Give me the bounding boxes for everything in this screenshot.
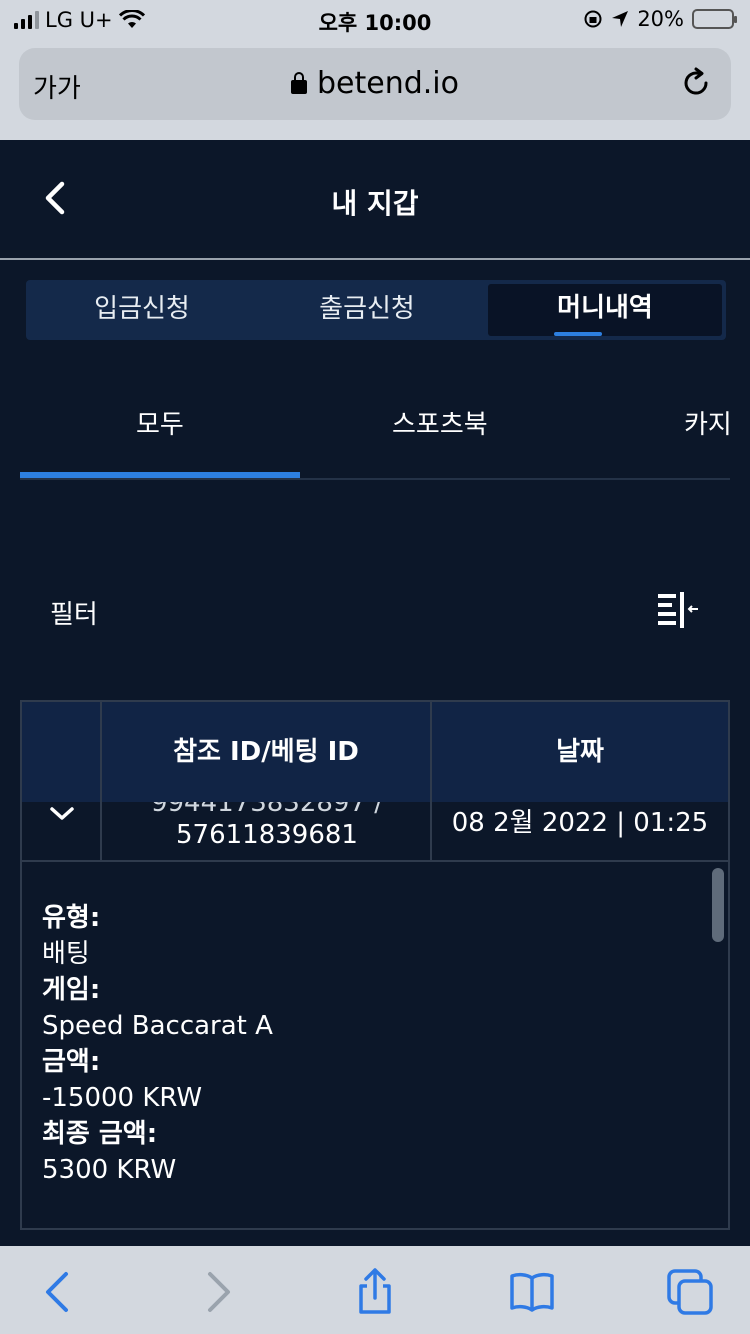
tabs-icon[interactable] [666,1268,714,1316]
status-bar: LG U+ 오후 10:00 20% [0,0,750,40]
subtab-casino[interactable]: 카지 [684,404,732,441]
final-amount-value: 5300 KRW [42,1155,177,1185]
browser-back-icon[interactable] [34,1268,82,1316]
url-display[interactable]: betend.io [19,66,731,101]
type-label: 유형: [42,903,101,933]
battery-icon [692,9,737,29]
location-icon [612,11,629,27]
url-text: betend.io [316,66,459,101]
address-bar[interactable]: 가가 betend.io [19,48,731,120]
table-row[interactable]: 9944173832897 / 57611839681 08 2월 2022 |… [22,802,728,862]
lock-icon [290,72,307,94]
bookmarks-icon[interactable] [508,1268,556,1316]
rotation-lock-icon [584,10,602,28]
battery-percent: 20% [637,7,684,31]
tab-deposit[interactable]: 입금신청 [26,280,258,340]
final-amount-label: 최종 금액: [42,1119,158,1149]
page-title: 내 지갑 [331,187,419,220]
filter-icon[interactable] [656,592,700,628]
row-details: 유형: 배팅 게임: Speed Baccarat A 금액: -15000 K… [22,864,728,1188]
browser-toolbar [0,1246,750,1334]
active-tab-indicator [554,332,602,336]
header-date: 날짜 [556,737,604,767]
filter-label[interactable]: 필터 [50,594,98,631]
subtab-divider [20,478,730,480]
reference-id: 9944173832897 / [150,802,384,818]
type-value: 배팅 [42,939,90,969]
game-value: Speed Baccarat A [42,1011,273,1041]
subtab-sportsbook[interactable]: 스포츠북 [392,404,488,441]
app-header: 내 지갑 [0,140,750,260]
header-ref-id: 참조 ID/베팅 ID [102,702,432,802]
amount-value: -15000 KRW [42,1083,203,1113]
scrollbar[interactable] [712,868,724,942]
chevron-down-icon[interactable] [49,804,75,824]
browser-address-area: 가가 betend.io [0,40,750,140]
tab-money-history[interactable]: 머니내역 [488,284,722,336]
expand-cell[interactable] [22,802,102,860]
tab-withdraw[interactable]: 출금신청 [252,280,482,340]
amount-label: 금액: [42,1047,101,1077]
transactions-table: 참조 ID/베팅 ID 날짜 9944173832897 / 576118396… [20,700,730,1230]
subtab-all[interactable]: 모두 [136,404,184,441]
status-right: 20% [583,7,737,31]
wallet-tabs: 입금신청 출금신청 머니내역 [26,280,726,340]
reload-icon[interactable] [679,66,713,100]
game-label: 게임: [42,975,101,1005]
header-expand-cell [22,702,102,802]
share-icon[interactable] [351,1268,399,1316]
table-header: 참조 ID/베팅 ID 날짜 [22,702,728,802]
transaction-date: 08 2월 2022 | 01:25 [451,808,709,838]
browser-forward-icon[interactable] [194,1268,242,1316]
ref-id-cell: 9944173832897 / 57611839681 [102,802,432,860]
date-cell: 08 2월 2022 | 01:25 [432,802,728,860]
bet-id: 57611839681 [176,820,358,850]
